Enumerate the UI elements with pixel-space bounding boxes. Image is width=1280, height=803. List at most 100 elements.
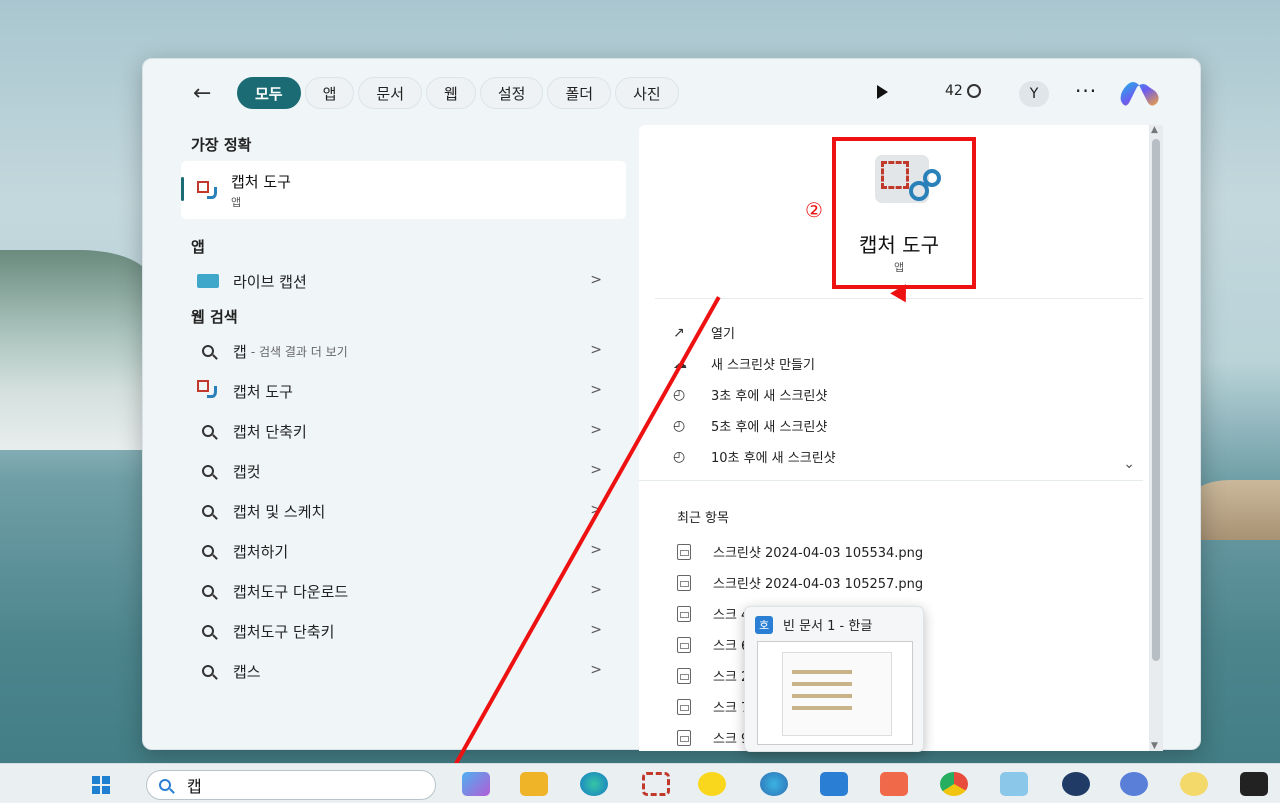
tab-photos[interactable]: 사진	[615, 77, 679, 109]
chrome-icon[interactable]	[940, 772, 968, 796]
action-label: 열기	[711, 327, 735, 342]
kakaotalk-icon[interactable]	[698, 772, 726, 796]
action-screenshot-5s[interactable]: ◴ 5초 후에 새 스크린샷	[673, 410, 1143, 441]
scroll-down-icon[interactable]: ▼	[1151, 741, 1158, 751]
action-screenshot-10s[interactable]: ◴ 10초 후에 새 스크린샷	[673, 441, 1143, 472]
search-icon	[202, 425, 214, 437]
hangul-app-icon[interactable]	[820, 772, 848, 796]
results-list: 가장 정확 캡처 도구 앱 앱 라이브 캡션 > 웹 검색 캡 - 검색 결과 …	[181, 129, 626, 691]
list-item-label: 캡처 단축키	[233, 422, 307, 441]
list-item-label: 캡처 도구	[233, 382, 293, 401]
snipping-tool-icon	[197, 380, 219, 402]
action-label: 10초 후에 새 스크린샷	[711, 451, 836, 466]
avatar[interactable]: Y	[1019, 81, 1049, 107]
file-name: 스크린샷 2024-04-03 105534.png	[713, 546, 924, 561]
action-open[interactable]: ↗ 열기	[673, 317, 1143, 348]
chevron-right-icon: >	[590, 422, 602, 438]
snipping-tool-icon	[197, 181, 217, 199]
windows-start-icon[interactable]	[92, 776, 110, 794]
copilot-pre-icon[interactable]	[462, 772, 490, 796]
wave-app-icon[interactable]	[1180, 772, 1208, 796]
camera-app-icon[interactable]	[1240, 772, 1268, 796]
edge-icon[interactable]	[580, 772, 608, 796]
recent-file[interactable]: 스크린샷 2024-04-03 105257.png	[639, 567, 1159, 598]
scroll-up-icon[interactable]: ▲	[1151, 125, 1158, 135]
annotation-number-two: ②	[805, 198, 823, 222]
chevron-right-icon: >	[590, 382, 602, 398]
taskbar-search-box[interactable]: 캡	[146, 770, 436, 800]
list-item[interactable]: 캡컷 >	[181, 451, 626, 491]
list-item[interactable]: 캡처하기 >	[181, 531, 626, 571]
list-item-suffix: - 검색 결과 더 보기	[250, 344, 348, 359]
tab-folders[interactable]: 폴더	[547, 77, 612, 109]
wallpaper-hill	[0, 250, 150, 450]
list-item-label: 캡처하기	[233, 542, 289, 561]
list-item-label: 캡컷	[233, 462, 261, 481]
best-match-type: 앱	[231, 195, 242, 209]
list-item[interactable]: 캡스 >	[181, 651, 626, 691]
action-list: ↗ 열기 ☁ 새 스크린샷 만들기 ◴ 3초 후에 새 스크린샷 ◴ 5초 후에…	[639, 299, 1143, 481]
action-label: 새 스크린샷 만들기	[711, 358, 815, 373]
best-match-item[interactable]: 캡처 도구 앱	[181, 161, 626, 219]
image-file-icon	[677, 574, 691, 591]
voice-recorder-icon[interactable]	[880, 772, 908, 796]
search-icon	[202, 345, 214, 357]
medal-icon	[966, 84, 981, 98]
chevron-down-icon[interactable]: ⌄	[1123, 456, 1135, 472]
list-item-label: 캡처도구 단축키	[233, 622, 335, 641]
snipping-tool-icon[interactable]	[642, 772, 670, 796]
chevron-right-icon: >	[590, 582, 602, 598]
chevron-right-icon: >	[590, 542, 602, 558]
recent-file[interactable]: 스크린샷 2024-04-03 105534.png	[639, 536, 1159, 567]
list-item[interactable]: 캡처도구 단축키 >	[181, 611, 626, 651]
search-icon	[202, 625, 214, 637]
more-options-icon[interactable]: ···	[1075, 79, 1097, 103]
app-icon[interactable]	[1120, 772, 1148, 796]
action-new-screenshot[interactable]: ☁ 새 스크린샷 만들기	[673, 348, 1143, 379]
apps-heading: 앱	[191, 237, 205, 256]
image-file-icon	[677, 636, 691, 653]
open-icon: ↗	[673, 324, 685, 341]
search-icon	[159, 779, 171, 791]
list-item[interactable]: 캡처 도구 >	[181, 371, 626, 411]
list-item[interactable]: 캡 - 검색 결과 더 보기 >	[181, 331, 626, 371]
best-match-name: 캡처 도구	[231, 172, 291, 191]
action-label: 3초 후에 새 스크린샷	[711, 389, 828, 404]
tab-all[interactable]: 모두	[237, 77, 301, 109]
scroll-thumb[interactable]	[1152, 139, 1160, 661]
search-icon	[202, 585, 214, 597]
window-preview-thumbnail[interactable]: 호 빈 문서 1 - 한글	[744, 606, 924, 752]
list-item[interactable]: 캡처 및 스케치 >	[181, 491, 626, 531]
action-label: 5초 후에 새 스크린샷	[711, 420, 828, 435]
recent-heading: 최근 항목	[677, 511, 729, 526]
timer-5-icon: ◴	[673, 417, 686, 434]
start-search-panel: ← 모두 앱 문서 웹 설정 폴더 사진 42 Y ··· 가장 정확 캡처 도…	[142, 58, 1201, 751]
file-explorer-icon[interactable]	[520, 772, 548, 796]
image-file-icon	[677, 729, 691, 746]
chevron-right-icon: >	[590, 272, 602, 288]
globe-app-icon[interactable]	[760, 772, 788, 796]
tab-web[interactable]: 웹	[426, 77, 476, 109]
chevron-right-icon: >	[590, 662, 602, 678]
play-icon[interactable]	[877, 85, 888, 99]
chevron-right-icon: >	[590, 462, 602, 478]
list-item[interactable]: 캡처 단축키 >	[181, 411, 626, 451]
filter-tabs: 모두 앱 문서 웹 설정 폴더 사진	[237, 77, 679, 109]
tab-settings[interactable]: 설정	[479, 77, 544, 109]
search-icon	[202, 545, 214, 557]
wallpaper-reeds	[1190, 480, 1280, 540]
timer-10-icon: ◴	[673, 448, 686, 465]
scrollbar[interactable]: ▲ ▼	[1149, 125, 1163, 751]
preview-title: 빈 문서 1 - 한글	[783, 619, 873, 634]
copilot-icon[interactable]	[1119, 77, 1161, 111]
shield-app-icon[interactable]	[1062, 772, 1090, 796]
back-arrow-icon[interactable]: ←	[193, 81, 211, 106]
tab-apps[interactable]: 앱	[304, 77, 355, 109]
tab-documents[interactable]: 문서	[358, 77, 423, 109]
action-screenshot-3s[interactable]: ◴ 3초 후에 새 스크린샷	[673, 379, 1143, 410]
list-item-label: 캡	[233, 342, 247, 361]
remote-desktop-icon[interactable]	[1000, 772, 1028, 796]
rewards-points[interactable]: 42	[945, 83, 981, 99]
list-item[interactable]: 라이브 캡션 >	[181, 261, 626, 301]
search-query: 캡	[187, 777, 202, 796]
